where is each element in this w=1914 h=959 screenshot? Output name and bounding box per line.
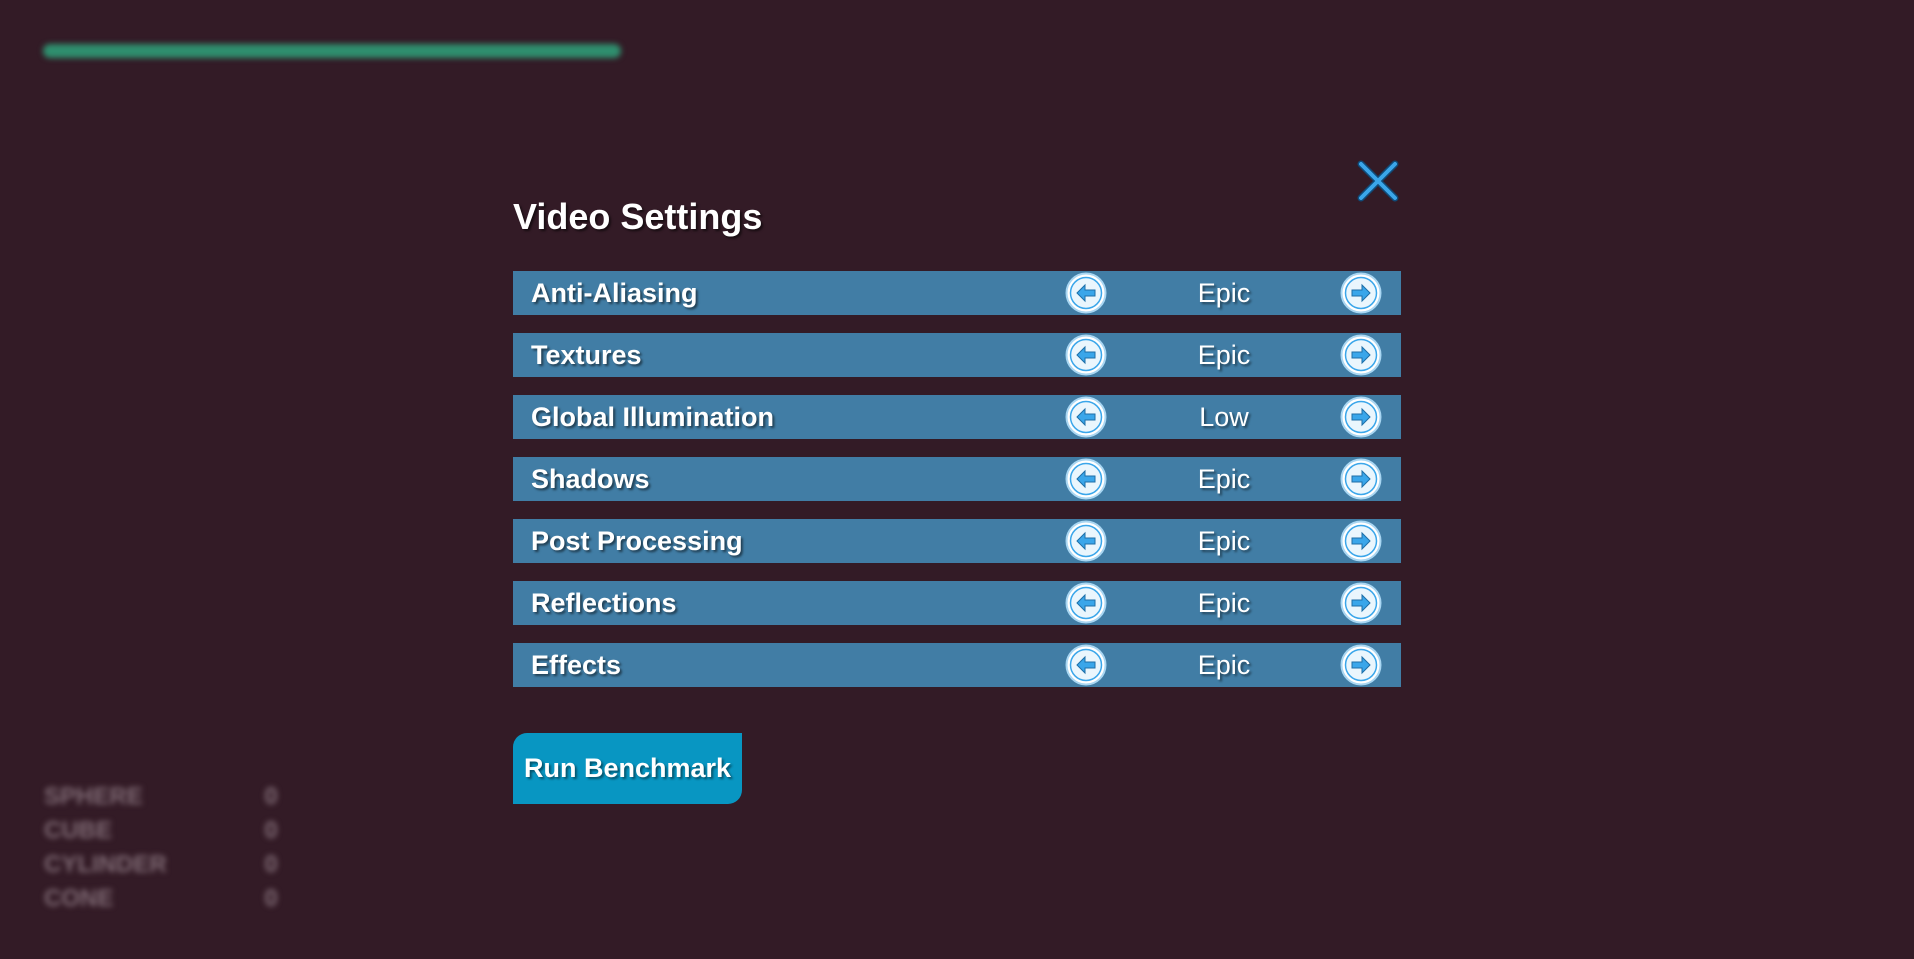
arrow-right-icon [1340,520,1382,562]
previous-button[interactable] [1065,520,1107,562]
game-screen: SPHERE 0 CUBE 0 CYLINDER 0 CONE 0 Video … [0,0,1914,959]
next-button[interactable] [1340,644,1382,686]
stat-value: 0 [264,783,278,810]
next-button[interactable] [1340,582,1382,624]
arrow-right-icon [1340,458,1382,500]
arrow-right-icon [1340,644,1382,686]
stat-value: 0 [264,817,278,844]
stat-value: 0 [264,885,278,912]
stat-label: CONE [44,885,114,912]
setting-row-anti-aliasing: Anti-Aliasing Epic [513,271,1401,315]
stat-value: 0 [264,851,278,878]
stat-row: SPHERE 0 [44,780,284,814]
setting-label: Global Illumination [531,402,774,432]
previous-button[interactable] [1065,334,1107,376]
previous-button[interactable] [1065,396,1107,438]
arrow-left-icon [1065,396,1107,438]
previous-button[interactable] [1065,582,1107,624]
stat-row: CUBE 0 [44,814,284,848]
close-icon [1357,160,1399,202]
close-button[interactable] [1355,158,1401,204]
previous-button[interactable] [1065,458,1107,500]
setting-label: Textures [531,340,642,370]
next-button[interactable] [1340,520,1382,562]
stat-label: SPHERE [44,783,143,810]
setting-row-global-illumination: Global Illumination Low [513,395,1401,439]
arrow-right-icon [1340,582,1382,624]
next-button[interactable] [1340,396,1382,438]
run-benchmark-button[interactable]: Run Benchmark [513,733,742,804]
setting-row-post-processing: Post Processing Epic [513,519,1401,563]
stat-row: CYLINDER 0 [44,848,284,882]
setting-value: Epic [1197,526,1251,556]
setting-label: Effects [531,650,622,680]
setting-value: Epic [1197,340,1251,370]
setting-row-shadows: Shadows Epic [513,457,1401,501]
setting-value: Epic [1197,278,1251,308]
arrow-left-icon [1065,582,1107,624]
arrow-left-icon [1065,334,1107,376]
progress-bar [43,44,621,58]
setting-label: Post Processing [531,526,743,556]
arrow-left-icon [1065,644,1107,686]
shape-stats-panel: SPHERE 0 CUBE 0 CYLINDER 0 CONE 0 [44,780,284,916]
settings-list: Anti-Aliasing Epic Textures Epic Global … [513,271,1401,705]
arrow-right-icon [1340,396,1382,438]
arrow-left-icon [1065,458,1107,500]
next-button[interactable] [1340,334,1382,376]
next-button[interactable] [1340,458,1382,500]
setting-row-reflections: Reflections Epic [513,581,1401,625]
setting-label: Anti-Aliasing [531,278,698,308]
setting-value: Epic [1197,464,1251,494]
next-button[interactable] [1340,272,1382,314]
previous-button[interactable] [1065,272,1107,314]
setting-row-textures: Textures Epic [513,333,1401,377]
stat-row: CONE 0 [44,882,284,916]
setting-value: Epic [1197,650,1251,680]
setting-label: Shadows [531,464,650,494]
arrow-left-icon [1065,272,1107,314]
setting-row-effects: Effects Epic [513,643,1401,687]
setting-value: Low [1199,402,1249,432]
arrow-left-icon [1065,520,1107,562]
stat-label: CUBE [44,817,113,844]
setting-label: Reflections [531,588,677,618]
dialog-title: Video Settings [513,196,763,237]
setting-value: Epic [1197,588,1251,618]
arrow-right-icon [1340,334,1382,376]
previous-button[interactable] [1065,644,1107,686]
arrow-right-icon [1340,272,1382,314]
stat-label: CYLINDER [44,851,167,878]
